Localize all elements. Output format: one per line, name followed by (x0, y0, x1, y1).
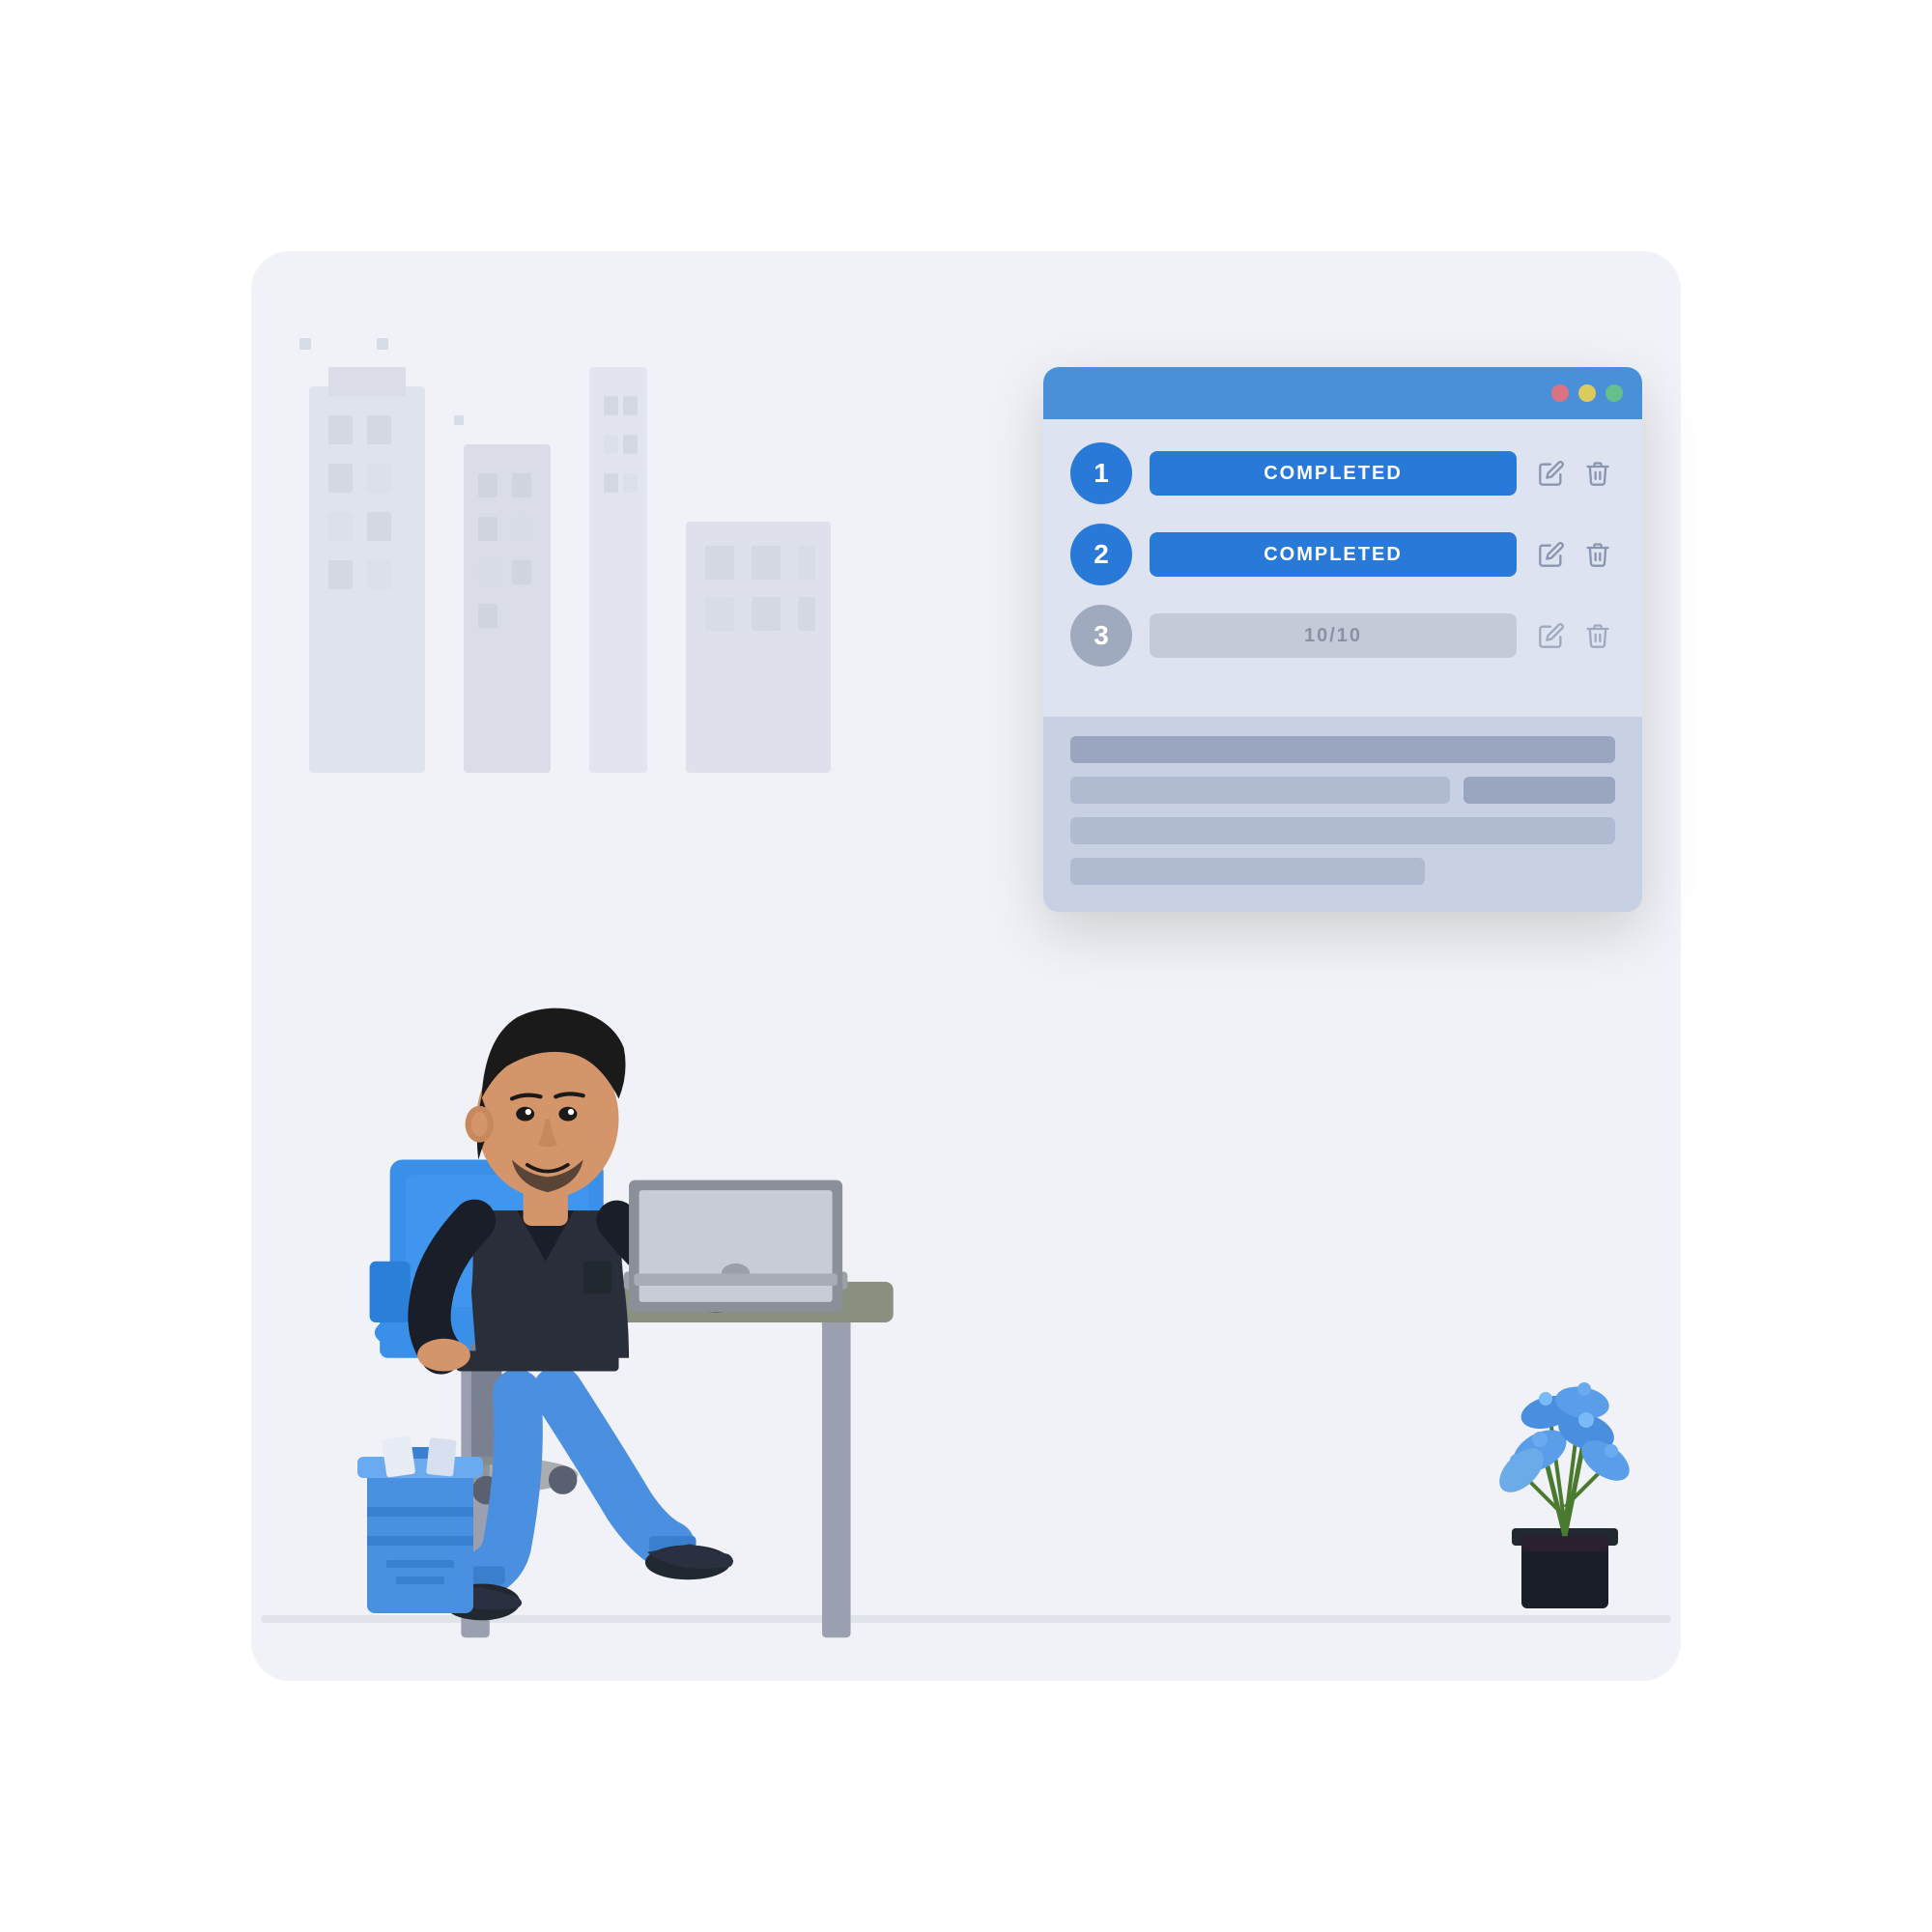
edit-icon-1[interactable] (1534, 456, 1569, 491)
edit-icon-2[interactable] (1534, 537, 1569, 572)
task-status-1: COMPLETED (1150, 451, 1517, 496)
task-actions-1 (1534, 456, 1615, 491)
edit-icon-3[interactable] (1534, 618, 1569, 653)
task-number-2: 2 (1070, 524, 1132, 585)
city-skyline (270, 290, 947, 773)
titlebar-dot-red (1551, 384, 1569, 402)
titlebar-dot-green (1605, 384, 1623, 402)
lower-sub-row-1 (1070, 777, 1615, 804)
titlebar-dot-yellow (1578, 384, 1596, 402)
scene: 1 COMPLETED (97, 97, 1835, 1835)
task-number-3: 3 (1070, 605, 1132, 667)
lower-sub-item-1a (1070, 777, 1450, 804)
task-row-1: 1 COMPLETED (1070, 442, 1615, 504)
delete-icon-1[interactable] (1580, 456, 1615, 491)
decorative-plant (1468, 1343, 1662, 1613)
panel-titlebar (1043, 367, 1642, 419)
task-actions-3 (1534, 618, 1615, 653)
delete-icon-2[interactable] (1580, 537, 1615, 572)
task-row-3: 3 10/10 (1070, 605, 1615, 667)
task-status-3: 10/10 (1150, 613, 1517, 658)
delete-icon-3[interactable] (1580, 618, 1615, 653)
task-number-1: 1 (1070, 442, 1132, 504)
panel-content: 1 COMPLETED (1043, 419, 1642, 717)
trash-bin (348, 1420, 493, 1613)
task-actions-2 (1534, 537, 1615, 572)
task-status-2: COMPLETED (1150, 532, 1517, 577)
task-row-2: 2 COMPLETED (1070, 524, 1615, 585)
lower-bar-1 (1070, 736, 1615, 763)
lower-sub-item-1b (1463, 777, 1615, 804)
